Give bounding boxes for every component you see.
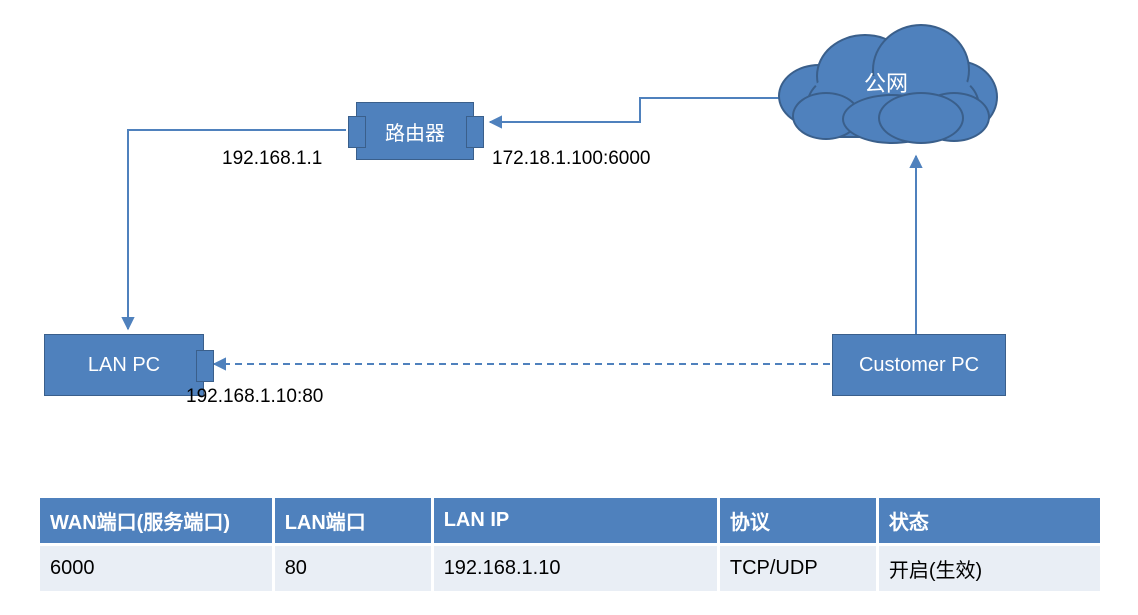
col-header-protocol: 协议 bbox=[718, 498, 877, 545]
customer-pc-label: Customer PC bbox=[859, 354, 979, 377]
router-lan-ip-label: 192.168.1.1 bbox=[222, 148, 322, 170]
table-row: 6000 80 192.168.1.10 TCP/UDP 开启(生效) bbox=[40, 545, 1100, 592]
cell-lan-ip: 192.168.1.10 bbox=[432, 545, 718, 592]
router-port-left bbox=[348, 116, 366, 148]
lan-pc-port-right bbox=[196, 350, 214, 382]
router-label: 路由器 bbox=[385, 117, 445, 146]
lan-pc-box: LAN PC bbox=[44, 334, 204, 396]
col-header-status: 状态 bbox=[877, 498, 1100, 545]
table-header-row: WAN端口(服务端口) LAN端口 LAN IP 协议 状态 bbox=[40, 498, 1100, 545]
lan-pc-addr-label: 192.168.1.10:80 bbox=[186, 386, 323, 408]
diagram-canvas: 公网 路由器 192.168.1.1 172.18.1.100:6000 LAN… bbox=[0, 0, 1138, 615]
cell-status: 开启(生效) bbox=[877, 545, 1100, 592]
router-box: 路由器 bbox=[356, 102, 474, 160]
router-wan-addr-label: 172.18.1.100:6000 bbox=[492, 148, 651, 170]
cell-protocol: TCP/UDP bbox=[718, 545, 877, 592]
router-port-right bbox=[466, 116, 484, 148]
cell-lan-port: 80 bbox=[273, 545, 432, 592]
public-network-cloud: 公网 bbox=[778, 18, 994, 146]
cloud-label: 公网 bbox=[778, 18, 994, 146]
lan-pc-label: LAN PC bbox=[88, 354, 160, 377]
col-header-lan-port: LAN端口 bbox=[273, 498, 432, 545]
nat-mapping-table: WAN端口(服务端口) LAN端口 LAN IP 协议 状态 6000 80 1… bbox=[40, 498, 1100, 591]
col-header-lan-ip: LAN IP bbox=[432, 498, 718, 545]
col-header-wan-port: WAN端口(服务端口) bbox=[40, 498, 273, 545]
customer-pc-box: Customer PC bbox=[832, 334, 1006, 396]
cell-wan-port: 6000 bbox=[40, 545, 273, 592]
